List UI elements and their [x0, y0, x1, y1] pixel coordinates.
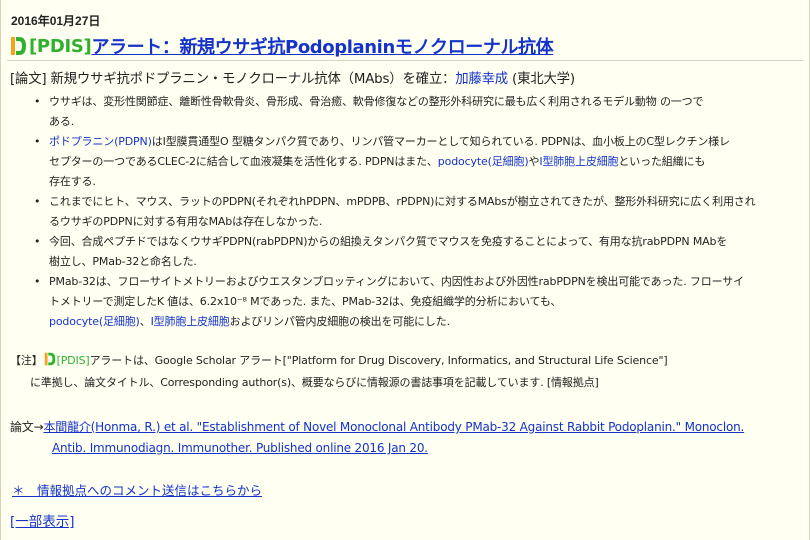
bullet-line: podocyte(足細胞)、I型肺胞上皮細胞およびリンパ管内皮細胞の検出を可能に… [49, 312, 801, 332]
note-prefix: 【注】 [10, 354, 43, 367]
note-pdis-tag: [PDIS] [56, 354, 90, 367]
bullet-text: 樹立し、PMab-32と命名した. [49, 255, 197, 268]
bullet-text: これまでにヒト、マウス、ラットのPDPN(それぞれhPDPN、mPDPB、rPD… [49, 195, 756, 208]
page: 2016年01月27日 [PDIS] アラート：新規ウサギ抗Podoplanin… [0, 0, 810, 540]
bullet-link[interactable]: I型肺胞上皮細胞 [151, 315, 230, 328]
comment-link[interactable]: ＊ 情報拠点へのコメント送信はこちらから [12, 480, 262, 499]
bullet-text: といった組織にも [618, 155, 706, 168]
pdis-tag: [PDIS] [29, 35, 92, 57]
bullet-line: るウサギのPDPNに対する有用なMAbは存在しなかった. [49, 212, 801, 232]
bullet-text: 今回、合成ペプチドではなくウサギPDPN(rabPDPN)からの組換えタンパク質… [49, 235, 728, 248]
summary-affiliation: (東北大学) [507, 72, 575, 87]
bullet-item: • これまでにヒト、マウス、ラットのPDPN(それぞれhPDPN、mPDPB、rP… [1, 192, 801, 232]
bullet-line: セプターの一つであるCLEC-2に結合して血液凝集を活性化する. PDPNはまた… [49, 152, 801, 172]
bullet-text: ウサギは、変形性関節症、離断性骨軟骨炎、骨形成、骨治癒、軟骨修復などの整形外科研… [49, 95, 704, 108]
bullet-link[interactable]: podocyte(足細胞) [438, 155, 529, 168]
bullet-text: およびリンパ管内皮細胞の検出を可能にした. [229, 315, 451, 328]
bullet-line: 樹立し、PMab-32と命名した. [49, 252, 801, 272]
reference-link-1[interactable]: 本間龍介(Honma, R.) et al. "Establishment of… [43, 420, 744, 434]
bullet-line: PMab-32は、フローサイトメトリーおよびウエスタンブロッティングにおいて、内… [49, 272, 801, 292]
bullet-dot-icon: • [34, 275, 41, 288]
bullet-line: これまでにヒト、マウス、ラットのPDPN(それぞれhPDPN、mPDPB、rPD… [49, 192, 801, 212]
reference-link-2[interactable]: Antib. Immunodiagn. Immunother. Publishe… [52, 441, 428, 455]
summary-prefix: [論文] 新規ウサギ抗ポドプラニン・モノクローナル抗体（MAbs）を確立： [10, 72, 456, 87]
bullet-link[interactable]: podocyte(足細胞) [49, 315, 140, 328]
note-block: 【注】 [PDIS]アラートは、Google Scholar アラート["Pla… [10, 350, 668, 394]
bullet-item: • ポドプラニン(PDPN)はI型膜貫通型O 型糖タンパク質であり、リンパ管マーカ… [1, 132, 801, 192]
bullet-line: ある. [49, 112, 801, 132]
post-title-link[interactable]: アラート：新規ウサギ抗Podoplaninモノクローナル抗体 [91, 33, 553, 59]
bullet-list: • ウサギは、変形性関節症、離断性骨軟骨炎、骨形成、骨治癒、軟骨修復などの整形外科… [1, 92, 801, 332]
divider [7, 60, 803, 61]
pdis-logo-icon [11, 37, 26, 55]
bullet-line: 今回、合成ペプチドではなくウサギPDPN(rabPDPN)からの組換えタンパク質… [49, 232, 801, 252]
partial-view-link[interactable]: [一部表示] [10, 510, 75, 530]
reference-line-2: Antib. Immunodiagn. Immunother. Publishe… [10, 438, 744, 459]
bullet-dot-icon: • [34, 235, 41, 248]
author-link[interactable]: 加藤幸成 [455, 72, 508, 87]
post-title-row: [PDIS] アラート：新規ウサギ抗Podoplaninモノクローナル抗体 [10, 33, 554, 59]
bullet-item: • 今回、合成ペプチドではなくウサギPDPN(rabPDPN)からの組換えタンパク… [1, 232, 801, 272]
bullet-text: 存在する. [49, 175, 96, 188]
bullet-line: 存在する. [49, 172, 801, 192]
bullet-text: るウサギのPDPNに対する有用なMAbは存在しなかった. [49, 215, 323, 228]
reference-line-1: 論文→本間龍介(Honma, R.) et al. "Establishment… [10, 417, 744, 438]
bullet-item: • PMab-32は、フローサイトメトリーおよびウエスタンブロッティングにおいて、… [1, 272, 801, 332]
reference-block: 論文→本間龍介(Honma, R.) et al. "Establishment… [10, 417, 744, 459]
bullet-link[interactable]: I型肺胞上皮細胞 [539, 155, 618, 168]
note-line-2: に準拠し、論文タイトル、Corresponding author(s)、概要なら… [30, 376, 599, 389]
bullet-link[interactable]: ポドプラニン(PDPN) [49, 135, 152, 148]
bullet-text: トメトリーで測定したK 値は、6.2x10⁻⁸ Mであった. また、PMab-3… [49, 295, 562, 308]
bullet-line: ポドプラニン(PDPN)はI型膜貫通型O 型糖タンパク質であり、リンパ管マーカー… [49, 132, 801, 152]
bullet-text: や [528, 155, 540, 168]
reference-prefix: 論文→ [10, 420, 44, 434]
bullet-text: ある. [49, 115, 75, 128]
note-line-1: 【注】 [PDIS]アラートは、Google Scholar アラート["Pla… [10, 350, 668, 372]
bullet-line: ウサギは、変形性関節症、離断性骨軟骨炎、骨形成、骨治癒、軟骨修復などの整形外科研… [49, 92, 801, 112]
summary-line: [論文] 新規ウサギ抗ポドプラニン・モノクローナル抗体（MAbs）を確立：加藤幸… [10, 67, 575, 87]
bullet-text: 、 [139, 315, 151, 328]
bullet-text: セプターの一つであるCLEC-2に結合して血液凝集を活性化する. PDPNはまた… [49, 155, 438, 168]
note-text-1: アラートは、Google Scholar アラート["Platform for … [89, 354, 668, 367]
bullet-dot-icon: • [34, 95, 41, 108]
post-date: 2016年01月27日 [11, 14, 101, 28]
bullet-item: • ウサギは、変形性関節症、離断性骨軟骨炎、骨形成、骨治癒、軟骨修復などの整形外科… [1, 92, 801, 132]
pdis-logo-small-icon [44, 352, 55, 366]
bullet-text: PMab-32は、フローサイトメトリーおよびウエスタンブロッティングにおいて、内… [49, 275, 744, 288]
bullet-dot-icon: • [34, 195, 41, 208]
bullet-text: はI型膜貫通型O 型糖タンパク質であり、リンパ管マーカーとして知られている. P… [151, 135, 730, 148]
bullet-line: トメトリーで測定したK 値は、6.2x10⁻⁸ Mであった. また、PMab-3… [49, 292, 801, 312]
bullet-dot-icon: • [34, 135, 41, 148]
